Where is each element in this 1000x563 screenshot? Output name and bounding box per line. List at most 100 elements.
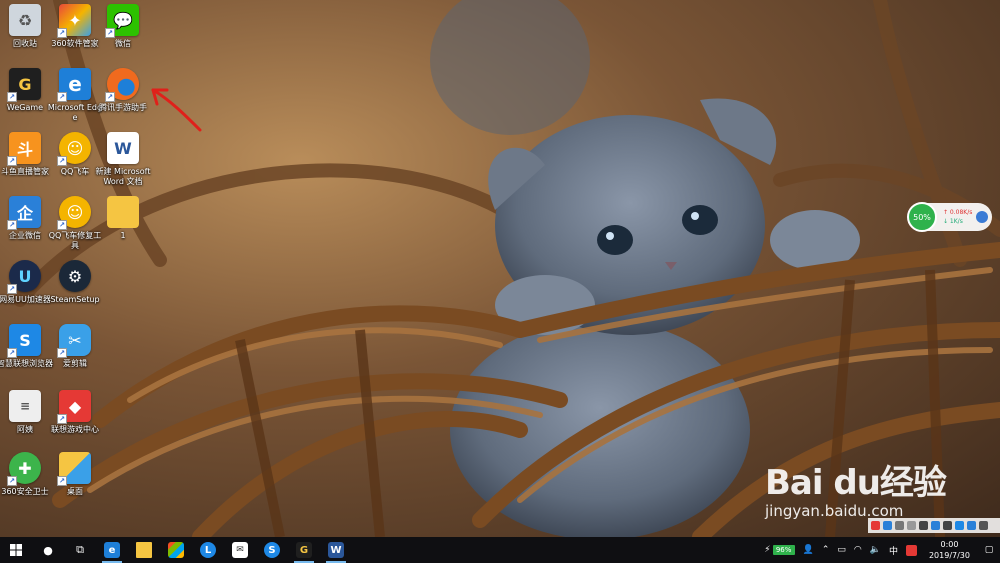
- punctuation-icon[interactable]: [907, 521, 916, 530]
- sogou-icon: [905, 544, 917, 556]
- taskbar-app-explorer[interactable]: [128, 537, 160, 563]
- desktop-icon-douyu[interactable]: 斗 ↗ 斗鱼直播管家: [0, 132, 50, 177]
- watermark-url: jingyan.baidu.com: [765, 502, 904, 520]
- sogou-tray-button[interactable]: [905, 544, 917, 556]
- desktop-icon-label: 桌面: [67, 487, 83, 496]
- battery-percent: 96%: [772, 545, 795, 555]
- tencent-mobile-game-icon: ↗: [105, 68, 139, 102]
- tray-square-icon: ▭: [837, 545, 846, 555]
- watermark-brand: Bai du经验: [765, 463, 947, 503]
- taskbar-app-edge[interactable]: e: [96, 537, 128, 563]
- wechat-icon: 💬 ↗: [105, 4, 139, 38]
- speaker-icon: 🔈: [869, 545, 881, 555]
- douyu-icon: 斗 ↗: [7, 132, 41, 166]
- network-speed-widget[interactable]: 50% ↑ 0.08K/s ↓ 1K/s: [907, 202, 992, 232]
- mail-icon: ✉: [232, 542, 248, 558]
- floating-tray-strip: [868, 518, 1000, 533]
- people-icon: 👤: [802, 545, 814, 555]
- taskbar-app-wegame[interactable]: G: [288, 537, 320, 563]
- qq-speed-icon: ☺ ↗: [57, 132, 91, 166]
- desktop-icon-folder-1[interactable]: 1: [98, 196, 148, 241]
- desktop-icon-desktop-shortcut[interactable]: ↗ 桌面: [50, 452, 100, 497]
- cortana-button[interactable]: ●: [32, 537, 64, 563]
- upload-speed: ↑ 0.08K/s: [943, 209, 973, 216]
- desktop-icon-360-safe[interactable]: ✚ ↗ 360安全卫士: [0, 452, 50, 497]
- start-button[interactable]: [0, 537, 32, 563]
- skin-icon[interactable]: [955, 521, 964, 530]
- desktop-icon-label: 1: [120, 231, 126, 240]
- emoji-icon[interactable]: [919, 521, 928, 530]
- 360-software-icon: ✦ ↗: [57, 4, 91, 38]
- desktop-icon-qq-speed-repair[interactable]: ☺ ↗ QQ飞车修复工具: [49, 196, 101, 251]
- aijianji-icon: ✂ ↗: [57, 324, 91, 358]
- desktop-icon-steam[interactable]: ⚙ SteamSetup: [50, 260, 100, 305]
- taskbar-app-lenovo-browser[interactable]: S: [256, 537, 288, 563]
- download-speed: ↓ 1K/s: [943, 218, 963, 225]
- desktop-icon-word-doc[interactable]: W 新建 Microsoft Word 文档: [96, 132, 150, 187]
- desktop-icon-lenovo-game-center[interactable]: ◆ ↗ 联想游戏中心: [50, 390, 100, 435]
- speed-readout: ↑ 0.08K/s ↓ 1K/s: [943, 208, 972, 226]
- taskbar-app-mail[interactable]: ✉: [224, 537, 256, 563]
- taskbar-app-store[interactable]: [160, 537, 192, 563]
- volume-button[interactable]: 🔈: [870, 545, 881, 555]
- tools-icon[interactable]: [943, 521, 952, 530]
- task-view-icon: ⧉: [76, 543, 84, 556]
- 360-safe-icon: ✚ ↗: [7, 452, 41, 486]
- shirt-icon[interactable]: [967, 521, 976, 530]
- plug-icon: ⚡: [764, 545, 771, 555]
- ime-mode-text: 中: [888, 546, 898, 557]
- word-icon: W: [328, 542, 344, 558]
- taskbar-app-clock[interactable]: L: [192, 537, 224, 563]
- wifi-button[interactable]: ◠: [854, 545, 862, 555]
- desktop-icon-label: 新建 Microsoft Word 文档: [95, 167, 151, 186]
- accelerate-icon[interactable]: [976, 211, 989, 223]
- lenovo-browser-icon: S: [264, 542, 280, 558]
- desktop-icon-wecom[interactable]: 企 ↗ 企业微信: [0, 196, 50, 241]
- desktop-icon-label: SteamSetup: [50, 295, 100, 304]
- desktop-icon-wegame[interactable]: G ↗ WeGame: [0, 68, 50, 113]
- word-doc-icon: W: [107, 132, 139, 164]
- wecom-icon: 企 ↗: [7, 196, 41, 230]
- desktop-icon-uu-accelerator[interactable]: U ↗ 网易UU加速器: [0, 260, 51, 305]
- desktop-icon-tencent-mobile-game[interactable]: ↗ 腾讯手游助手: [98, 68, 148, 113]
- show-hidden-icons-button[interactable]: ⌃: [822, 545, 830, 555]
- ime-icon[interactable]: [883, 521, 892, 530]
- chevron-up-icon: ⌃: [821, 545, 830, 555]
- chat-bubble-icon: ●: [43, 543, 53, 557]
- people-button[interactable]: 👤: [803, 545, 814, 555]
- desktop-icon-edge[interactable]: e ↗ Microsoft Edge: [48, 68, 102, 123]
- desktop-icon-label: 爱剪辑: [63, 359, 87, 368]
- sogou-icon[interactable]: [871, 521, 880, 530]
- tray-app-icon[interactable]: ▭: [837, 545, 846, 555]
- qq-speed-repair-icon: ☺ ↗: [57, 196, 91, 230]
- wegame-icon: G ↗: [7, 68, 41, 102]
- action-center-button[interactable]: ▢: [978, 537, 1000, 563]
- desktop-icon-360-software[interactable]: ✦ ↗ 360软件管家: [50, 4, 100, 49]
- taskbar: ● ⧉ e L ✉ S G W ⚡ 96% 👤 ⌃ ▭ ◠ 🔈 中 0:00 2…: [0, 537, 1000, 563]
- desktop-icon-lenovo-browser[interactable]: S ↗ 智慧联想浏览器: [0, 324, 53, 369]
- desktop-icon-qq-speed[interactable]: ☺ ↗ QQ飞车: [50, 132, 100, 177]
- grid-icon[interactable]: [979, 521, 988, 530]
- taskbar-app-word[interactable]: W: [320, 537, 352, 563]
- ime-button[interactable]: 中: [889, 544, 898, 557]
- edge-icon: e ↗: [57, 68, 91, 102]
- desktop-icon-aijianji[interactable]: ✂ ↗ 爱剪辑: [50, 324, 100, 369]
- folder-icon: [107, 196, 139, 228]
- desktop-icon-recycle-bin[interactable]: ♻ 回收站: [0, 4, 50, 49]
- keyboard-icon[interactable]: [931, 521, 940, 530]
- task-view-button[interactable]: ⧉: [64, 537, 96, 563]
- battery-indicator[interactable]: ⚡ 96%: [764, 545, 795, 555]
- desktop-icon-label: 联想游戏中心: [51, 425, 99, 434]
- clock[interactable]: 0:00 2019/7/30: [929, 539, 970, 561]
- lenovo-game-center-icon: ◆ ↗: [57, 390, 91, 424]
- clock-date: 2019/7/30: [928, 551, 970, 560]
- desktop-icon-label: 腾讯手游助手: [99, 103, 147, 112]
- usage-gauge: 50%: [907, 202, 937, 232]
- wifi-icon: ◠: [853, 545, 862, 555]
- clock-app-icon: L: [200, 542, 216, 558]
- desktop-icon-text-file[interactable]: ≡ 阿姨: [0, 390, 50, 435]
- steam-icon: ⚙: [59, 260, 91, 292]
- desktop-icon-wechat[interactable]: 💬 ↗ 微信: [98, 4, 148, 49]
- baidu-watermark: Bai du经验 jingyan.baidu.com: [765, 455, 947, 520]
- moon-icon[interactable]: [895, 521, 904, 530]
